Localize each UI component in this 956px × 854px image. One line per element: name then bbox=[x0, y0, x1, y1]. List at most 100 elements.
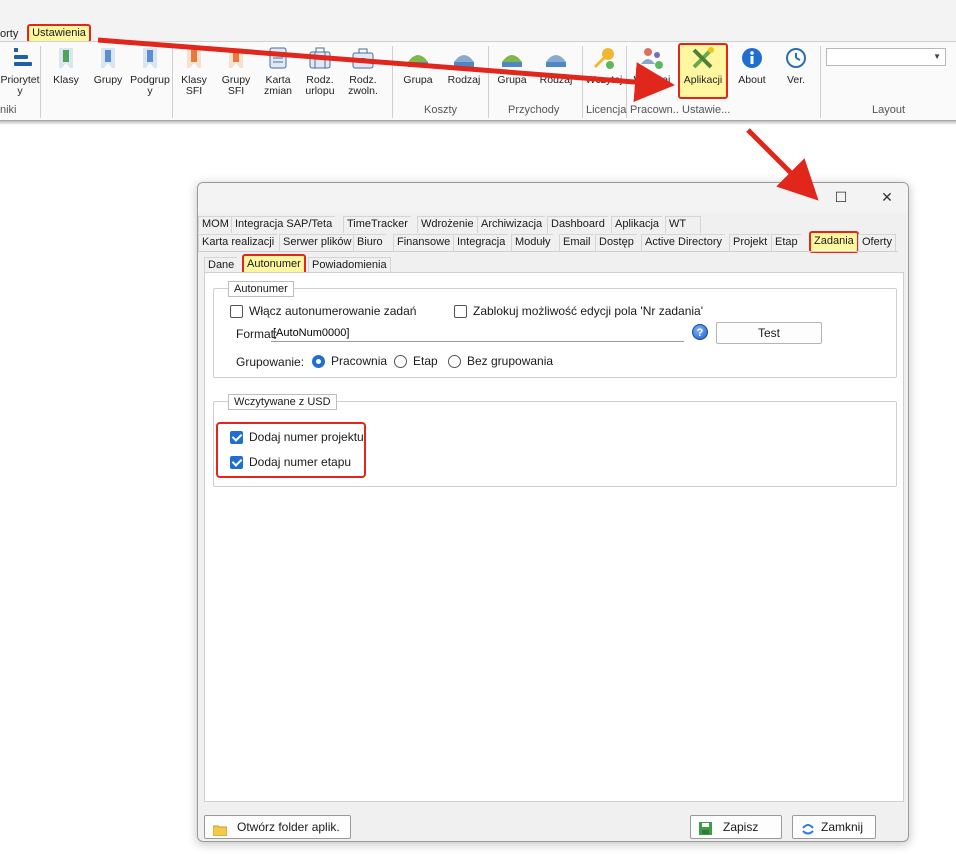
grouping-radio-pracownia[interactable]: Pracownia bbox=[312, 354, 387, 368]
tab-integracja[interactable]: Integracja bbox=[453, 234, 509, 251]
save-button[interactable]: Zapisz bbox=[690, 815, 782, 839]
checkbox-box[interactable] bbox=[454, 304, 467, 318]
tab-wdrozenie[interactable]: Wdrożenie bbox=[417, 216, 477, 233]
enable-autonumber-checkbox[interactable]: Włącz autonumerowanie zadań bbox=[230, 304, 416, 318]
info-icon bbox=[738, 46, 766, 72]
tab-finansowe[interactable]: Finansowe bbox=[393, 234, 454, 251]
grouping-radio-bez-grupowania[interactable]: Bez grupowania bbox=[448, 354, 553, 368]
pracownicy-wczytaj-button[interactable]: Wczytaj bbox=[630, 46, 674, 86]
maximize-icon[interactable]: ☐ bbox=[826, 189, 856, 206]
koszty-grupa-button[interactable]: Grupa bbox=[400, 46, 436, 86]
koszty-rodzaj-label: Rodzaj bbox=[447, 74, 481, 86]
tab-karta-realizacji[interactable]: Karta realizacji bbox=[198, 234, 278, 251]
income-group-icon bbox=[498, 46, 526, 72]
rodz-urlopu-label: Rodz. urlopu bbox=[305, 74, 335, 97]
ver-button[interactable]: Ver. bbox=[776, 46, 816, 86]
rodz-urlopu-button[interactable]: Rodz. urlopu bbox=[300, 46, 340, 97]
tab-biuro[interactable]: Biuro bbox=[353, 234, 386, 251]
close-app-icon bbox=[801, 821, 815, 835]
radio-selected[interactable] bbox=[312, 354, 325, 368]
priorytety-button[interactable]: Priorytet y bbox=[0, 46, 40, 97]
tab-moduly[interactable]: Moduły bbox=[511, 234, 554, 251]
przychody-rodzaj-button[interactable]: Rodzaj bbox=[536, 46, 576, 86]
format-input[interactable] bbox=[271, 325, 684, 342]
group-label-koszty: Koszty bbox=[424, 104, 458, 116]
tab-mom[interactable]: MOM bbox=[198, 216, 232, 233]
close-button[interactable]: Zamknij bbox=[792, 815, 876, 839]
bookmark-green-icon bbox=[52, 46, 80, 72]
save-icon bbox=[699, 821, 713, 835]
ribbon-separator bbox=[172, 46, 173, 118]
checkbox-box[interactable] bbox=[230, 304, 243, 318]
arrow-to-dialog bbox=[746, 128, 819, 201]
tab-dostep[interactable]: Dostęp bbox=[595, 234, 637, 251]
radio-unselected[interactable] bbox=[394, 354, 407, 368]
rodz-zwoln-button[interactable]: Rodz. zwoln. bbox=[342, 46, 384, 97]
autonumer-legend: Autonumer bbox=[228, 281, 294, 297]
tab-integracja-sap-teta[interactable]: Integracja SAP/Teta bbox=[231, 216, 336, 233]
podgrupy-button[interactable]: Podgrup y bbox=[128, 46, 172, 97]
help-icon[interactable]: ? bbox=[692, 324, 708, 340]
tab-dashboard[interactable]: Dashboard bbox=[547, 216, 608, 233]
bookmark-blue-icon bbox=[136, 46, 164, 72]
add-stage-number-label: Dodaj numer etapu bbox=[249, 455, 352, 469]
tab-projekt[interactable]: Projekt bbox=[729, 234, 771, 251]
klasy-button[interactable]: Klasy bbox=[46, 46, 86, 86]
save-label: Zapisz bbox=[723, 820, 759, 834]
ribbon-tab-raporty[interactable]: orty bbox=[0, 26, 18, 42]
about-label: About bbox=[738, 74, 766, 86]
tab-etap[interactable]: Etap bbox=[771, 234, 801, 251]
tab-email[interactable]: Email bbox=[559, 234, 594, 251]
layout-combo[interactable]: ▼ bbox=[826, 48, 946, 66]
enable-autonumber-label: Włącz autonumerowanie zadań bbox=[249, 304, 417, 318]
klasy-sfi-button[interactable]: Klasy SFI bbox=[174, 46, 214, 97]
karta-zmian-button[interactable]: Karta zmian bbox=[258, 46, 298, 97]
tabs-row-1: MOM Integracja SAP/Teta TimeTracker Wdro… bbox=[198, 216, 908, 233]
klasy-label: Klasy bbox=[53, 74, 79, 86]
priority-icon bbox=[6, 46, 34, 72]
ribbon-separator bbox=[820, 46, 821, 118]
aplikacji-button[interactable]: Aplikacji bbox=[680, 46, 726, 86]
add-stage-number-checkbox[interactable]: Dodaj numer etapu bbox=[230, 455, 351, 469]
chevron-down-icon: ▼ bbox=[933, 52, 941, 61]
lock-number-checkbox[interactable]: Zablokuj możliwość edycji pola 'Nr zadan… bbox=[454, 304, 703, 318]
open-folder-button[interactable]: Otwórz folder aplik. bbox=[204, 815, 351, 839]
checkbox-checked[interactable] bbox=[230, 430, 243, 444]
about-button[interactable]: About bbox=[732, 46, 772, 86]
tab-timetracker[interactable]: TimeTracker bbox=[343, 216, 411, 233]
settings-dialog: ☐ ✕ MOM Integracja SAP/Teta TimeTracker … bbox=[197, 182, 909, 842]
przychody-grupa-button[interactable]: Grupa bbox=[494, 46, 530, 86]
koszty-rodzaj-button[interactable]: Rodzaj bbox=[444, 46, 484, 86]
close-icon[interactable]: ✕ bbox=[872, 189, 902, 206]
key-icon bbox=[590, 46, 618, 72]
group-label-pracown: Pracown.. bbox=[630, 104, 679, 116]
radio-unselected[interactable] bbox=[448, 354, 461, 368]
tab-archiwizacja[interactable]: Archiwizacja bbox=[477, 216, 546, 233]
tab-zadania[interactable]: Zadania bbox=[809, 231, 859, 253]
tab-serwer-plikow[interactable]: Serwer plików bbox=[279, 234, 355, 251]
grupy-sfi-button[interactable]: Grupy SFI bbox=[216, 46, 256, 97]
suitcase-icon bbox=[306, 46, 334, 72]
checkbox-checked[interactable] bbox=[230, 455, 243, 469]
group-label-licencja: Licencja bbox=[586, 104, 627, 116]
licencja-wczytaj-button[interactable]: Wczytaj bbox=[584, 46, 624, 86]
lock-number-label: Zablokuj możliwość edycji pola 'Nr zadan… bbox=[473, 304, 704, 318]
dialog-titlebar: ☐ ✕ bbox=[198, 183, 908, 213]
grouping-radio-etap[interactable]: Etap bbox=[394, 354, 438, 368]
grupy-sfi-label: Grupy SFI bbox=[221, 74, 251, 97]
klasy-sfi-label: Klasy SFI bbox=[181, 74, 207, 97]
folder-icon bbox=[212, 821, 228, 837]
test-button[interactable]: Test bbox=[716, 322, 822, 344]
tab-active-directory[interactable]: Active Directory bbox=[641, 234, 726, 251]
add-project-number-checkbox[interactable]: Dodaj numer projektu bbox=[230, 430, 364, 444]
group-label-przychody: Przychody bbox=[508, 104, 560, 116]
autonumer-groupbox: Autonumer Włącz autonumerowanie zadań Za… bbox=[213, 281, 897, 378]
tab-wt[interactable]: WT bbox=[665, 216, 701, 233]
grupy-button[interactable]: Grupy bbox=[88, 46, 128, 86]
podgrupy-label: Podgrup y bbox=[130, 74, 170, 97]
bookmark-blue-icon bbox=[94, 46, 122, 72]
tab-oferty[interactable]: Oferty bbox=[858, 234, 896, 251]
ribbon-shadow bbox=[0, 121, 956, 125]
tab-aplikacja[interactable]: Aplikacja bbox=[611, 216, 663, 233]
tabs-row-2: Karta realizacji Serwer plików Biuro Fin… bbox=[198, 231, 908, 253]
